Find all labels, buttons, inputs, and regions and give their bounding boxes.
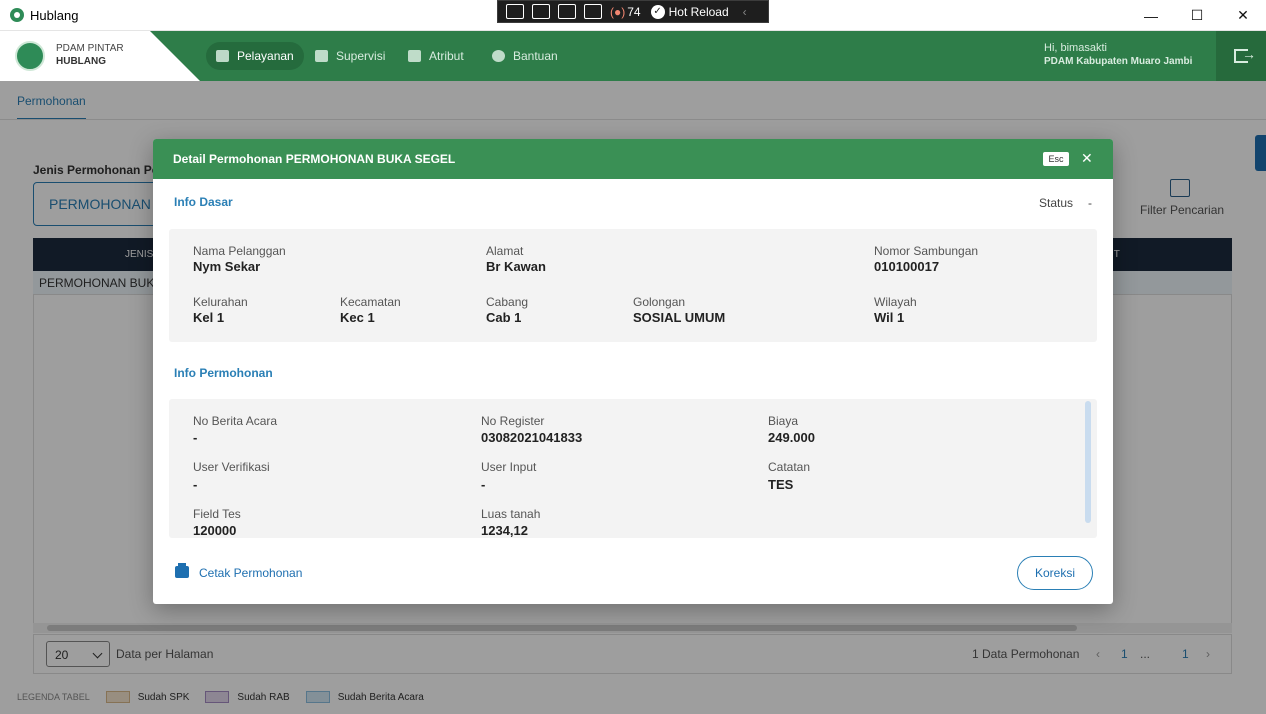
- brand-bottom: HUBLANG: [56, 56, 106, 67]
- printer-icon[interactable]: [175, 563, 189, 578]
- info-permohonan-title: Info Permohonan: [174, 366, 273, 380]
- select-element-icon[interactable]: [506, 4, 524, 19]
- xaml-dev-toolbar: (●) 74 ✓ Hot Reload ‹: [497, 0, 769, 23]
- logout-icon: [1234, 46, 1256, 63]
- pointer-icon[interactable]: [532, 4, 550, 19]
- nav-label: Pelayanan: [237, 49, 294, 63]
- hot-reload-label[interactable]: Hot Reload: [669, 5, 729, 19]
- alamat-label: Alamat: [486, 244, 524, 258]
- app-header: PDAM PINTAR HUBLANG Pelayanan Supervisi …: [0, 31, 1266, 81]
- chat-icon: [492, 50, 505, 62]
- status-label: Status: [1039, 196, 1074, 210]
- kecamatan-value: Kec 1: [340, 310, 375, 325]
- luas-tanah-value: 1234,12: [481, 523, 528, 538]
- golongan-value: SOSIAL UMUM: [633, 310, 726, 325]
- layout-icon[interactable]: [584, 4, 602, 19]
- nav-label: Atribut: [429, 49, 464, 63]
- no-berita-acara-value: -: [193, 430, 198, 445]
- status-value: -: [1088, 196, 1092, 210]
- detail-permohonan-modal: Detail Permohonan PERMOHONAN BUKA SEGEL …: [153, 139, 1113, 604]
- no-register-label: No Register: [481, 414, 545, 428]
- hot-reload-check-icon: ✓: [650, 4, 665, 19]
- company-name: PDAM Kabupaten Muaro Jambi: [1044, 56, 1193, 67]
- nomor-sambungan-label: Nomor Sambungan: [874, 244, 979, 258]
- logout-button[interactable]: [1216, 31, 1266, 81]
- nav-supervisi[interactable]: Supervisi: [305, 42, 395, 70]
- biaya-label: Biaya: [768, 414, 799, 428]
- adorner-icon[interactable]: [558, 4, 576, 19]
- catatan-label: Catatan: [768, 460, 811, 474]
- field-tes-label: Field Tes: [193, 507, 241, 521]
- catatan-value: TES: [768, 477, 794, 492]
- grid-icon: [408, 50, 421, 62]
- golongan-label: Golongan: [633, 295, 686, 309]
- alamat-value: Br Kawan: [486, 259, 546, 274]
- user-input-value: -: [481, 477, 486, 492]
- briefcase-icon: [315, 50, 328, 62]
- close-window-button[interactable]: ✕: [1220, 0, 1266, 31]
- kelurahan-label: Kelurahan: [193, 295, 248, 309]
- modal-title: Detail Permohonan PERMOHONAN BUKA SEGEL: [173, 152, 456, 166]
- app-icon: [10, 8, 24, 22]
- koreksi-button[interactable]: Koreksi: [1017, 556, 1093, 590]
- no-register-value: 03082021041833: [481, 430, 583, 445]
- nama-pelanggan-value: Nym Sekar: [193, 259, 261, 274]
- nav-pelayanan[interactable]: Pelayanan: [206, 42, 304, 70]
- brand-top: PDAM PINTAR: [56, 43, 124, 54]
- user-verifikasi-value: -: [193, 477, 198, 492]
- nav-atribut[interactable]: Atribut: [398, 42, 474, 70]
- info-permohonan-scrollbar[interactable]: [1085, 401, 1091, 523]
- info-dasar-panel: Nama Pelanggan Nym Sekar Alamat Br Kawan…: [169, 229, 1097, 342]
- nav-bantuan[interactable]: Bantuan: [482, 42, 568, 70]
- maximize-button[interactable]: ☐: [1174, 0, 1220, 31]
- pdam-logo: [15, 41, 45, 71]
- frame-counter-icon: (●): [610, 4, 626, 19]
- kelurahan-value: Kel 1: [193, 310, 225, 325]
- close-modal-icon[interactable]: ✕: [1081, 150, 1093, 167]
- window-title: Hublang: [30, 8, 79, 23]
- wilayah-label: Wilayah: [874, 295, 917, 309]
- kecamatan-label: Kecamatan: [340, 295, 401, 309]
- nama-pelanggan-label: Nama Pelanggan: [193, 244, 286, 258]
- user-verifikasi-label: User Verifikasi: [193, 460, 270, 474]
- wilayah-value: Wil 1: [874, 310, 905, 325]
- nav-label: Bantuan: [513, 49, 558, 63]
- modal-header: Detail Permohonan PERMOHONAN BUKA SEGEL …: [153, 139, 1113, 179]
- info-permohonan-panel: No Berita Acara - No Register 0308202104…: [169, 399, 1097, 538]
- no-berita-acara-label: No Berita Acara: [193, 414, 278, 428]
- greeting: Hi, bimasakti: [1044, 42, 1107, 54]
- info-dasar-title: Info Dasar: [174, 195, 233, 209]
- frame-counter: 74: [627, 4, 641, 19]
- user-input-label: User Input: [481, 460, 537, 474]
- collapse-icon[interactable]: ‹: [743, 5, 747, 19]
- cabang-value: Cab 1: [486, 310, 522, 325]
- cabang-label: Cabang: [486, 295, 529, 309]
- minimize-button[interactable]: —: [1128, 0, 1174, 31]
- nav-label: Supervisi: [336, 49, 386, 63]
- esc-badge: Esc: [1043, 152, 1069, 166]
- cetak-permohonan-link[interactable]: Cetak Permohonan: [199, 566, 302, 580]
- luas-tanah-label: Luas tanah: [481, 507, 541, 521]
- nomor-sambungan-value: 010100017: [874, 259, 940, 274]
- biaya-value: 249.000: [768, 430, 815, 445]
- eye-icon: [216, 50, 229, 62]
- field-tes-value: 120000: [193, 523, 237, 538]
